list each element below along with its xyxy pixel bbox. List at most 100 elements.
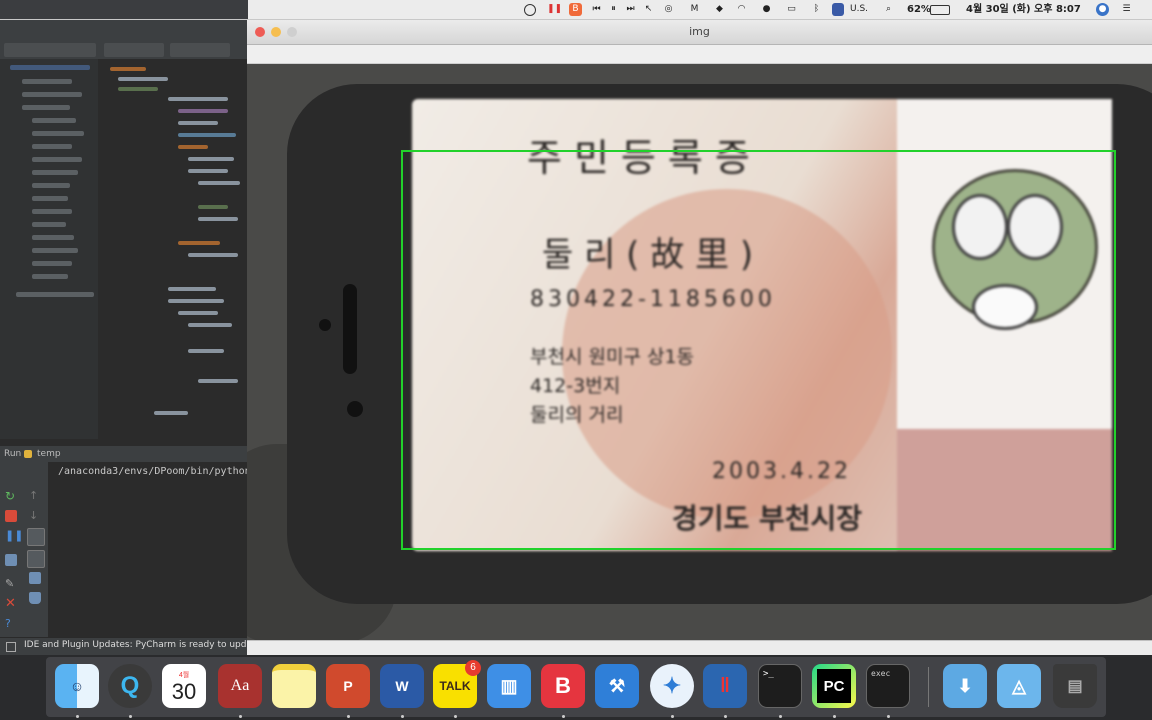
running-indicator: [779, 715, 782, 718]
pause-icon[interactable]: ❚❚: [5, 530, 23, 542]
phone-sensor: [319, 319, 331, 331]
battery-percent[interactable]: 62%: [907, 0, 931, 19]
soft-wrap-icon[interactable]: [27, 528, 45, 546]
malwarebytes-icon[interactable]: M: [688, 3, 701, 16]
pause-red-icon[interactable]: ❚❚: [547, 3, 562, 16]
project-tree[interactable]: [0, 59, 98, 439]
up-arrow-icon[interactable]: ↑: [29, 490, 41, 502]
kakaotalk-label: TALK: [439, 679, 471, 693]
pycharm-window: Run temp ↻ ❚❚ ✎ ✕ ? ↑ ↓ /anaconda3/envs/…: [0, 19, 248, 656]
powerpoint-icon[interactable]: P: [326, 664, 370, 708]
ide-tab-bar: [0, 19, 248, 59]
us-flag-icon: [832, 3, 844, 16]
ide-tab[interactable]: [170, 43, 230, 57]
image-canvas: 주민등록증 둘 리 ( 故 里 ) 830422-1185600 부천시 원미구…: [247, 64, 1152, 640]
running-indicator: [833, 715, 836, 718]
wifi-icon[interactable]: ◠: [735, 3, 748, 16]
close-icon[interactable]: ✕: [5, 597, 17, 610]
status-toggle-icon[interactable]: [6, 642, 16, 652]
ide-tab[interactable]: [104, 43, 164, 57]
run-console[interactable]: /anaconda3/envs/DPoom/bin/python3.: [48, 462, 248, 637]
creative-cloud-icon[interactable]: ◎: [662, 3, 675, 16]
print-icon[interactable]: [29, 572, 41, 584]
running-indicator: [724, 715, 727, 718]
play-pause-icon[interactable]: ⏸: [607, 3, 620, 16]
applications-folder-icon[interactable]: ◬: [997, 664, 1041, 708]
stop-icon[interactable]: [5, 510, 17, 522]
ide-status-bar: IDE and Plugin Updates: PyCharm is ready…: [0, 637, 248, 656]
bear-b-icon[interactable]: B: [541, 664, 585, 708]
previous-track-icon[interactable]: ⏮: [590, 3, 603, 16]
menu-bar: ❚❚ B ⏮ ⏸ ⏭ ↖ ◎ M ◆ ◠ ● ▭ ᛒ U.S. ⌕ 62% 4월…: [0, 0, 1152, 20]
running-indicator: [562, 715, 565, 718]
image-window-statusbar: [247, 640, 1152, 656]
trash-icon[interactable]: [29, 592, 41, 604]
image-window: img 주민등록증 둘 리 ( 故 里 ) 830422-1185600 부천시…: [247, 19, 1152, 656]
bluetooth-icon[interactable]: ᛒ: [810, 3, 823, 16]
word-icon[interactable]: W: [380, 664, 424, 708]
run-toolbar: ↻ ❚❚ ✎ ✕ ? ↑ ↓: [0, 462, 48, 637]
kakaotalk-badge: 6: [465, 660, 481, 676]
menu-bar-ide-area: [0, 0, 248, 19]
image-window-titlebar[interactable]: img: [247, 19, 1152, 45]
battery-icon[interactable]: [930, 5, 950, 15]
record-icon[interactable]: [524, 4, 536, 16]
quicktime-icon[interactable]: Q: [108, 664, 152, 708]
status-message[interactable]: IDE and Plugin Updates: PyCharm is ready…: [24, 640, 248, 650]
user-avatar-icon[interactable]: ●: [1096, 3, 1109, 16]
run-config-name[interactable]: temp: [37, 446, 61, 462]
xcode-icon[interactable]: ⚒: [595, 664, 639, 708]
run-label: Run: [4, 449, 22, 459]
parallels-icon[interactable]: ‖: [703, 664, 747, 708]
finder-icon[interactable]: ☺: [55, 664, 99, 708]
trash-icon[interactable]: ▤: [1053, 664, 1097, 708]
help-icon[interactable]: ?: [5, 618, 17, 630]
running-indicator: [239, 715, 242, 718]
run-panel-header: Run temp: [0, 446, 248, 462]
image-window-toolbar: [247, 45, 1152, 64]
search-icon[interactable]: ⌕: [882, 3, 895, 16]
clock[interactable]: 4월 30일 (화) 오후 8:07: [966, 0, 1081, 19]
running-indicator: [887, 715, 890, 718]
pin-icon[interactable]: ✎: [5, 578, 17, 590]
running-indicator: [454, 715, 457, 718]
bear-app-icon[interactable]: B: [569, 3, 582, 16]
python-icon: [24, 450, 32, 458]
terminal-icon[interactable]: >_: [758, 664, 802, 708]
dock-separator: [928, 667, 929, 707]
downloads-folder-icon[interactable]: ⬇: [943, 664, 987, 708]
running-indicator: [347, 715, 350, 718]
running-indicator: [76, 715, 79, 718]
kakaotalk-icon[interactable]: TALK 6: [433, 660, 481, 708]
dashlane-icon[interactable]: ◆: [713, 3, 726, 16]
phone-side-button: [343, 284, 357, 374]
layout-icon[interactable]: [5, 554, 17, 566]
calendar-icon[interactable]: 4월 30: [162, 664, 206, 708]
down-arrow-icon[interactable]: ↓: [29, 510, 41, 522]
phone-camera: [347, 401, 363, 417]
dictionary-icon[interactable]: Aa: [218, 664, 262, 708]
running-indicator: [401, 715, 404, 718]
notification-icon[interactable]: ●: [760, 3, 773, 16]
cursor-icon[interactable]: ↖: [642, 3, 655, 16]
calendar-day: 30: [171, 679, 197, 704]
next-track-icon[interactable]: ⏭: [624, 3, 637, 16]
rerun-icon[interactable]: ↻: [5, 490, 17, 502]
safari-icon[interactable]: ✦: [650, 664, 694, 708]
ide-tab[interactable]: [4, 43, 96, 57]
exec-label: exec: [871, 669, 891, 678]
input-source-label[interactable]: U.S.: [850, 0, 868, 19]
books-app-icon[interactable]: ▥: [487, 664, 531, 708]
pycharm-icon[interactable]: PC: [812, 664, 856, 708]
dock: ☺ Q 4월 30 Aa P W TALK 6 ▥ B ⚒ ✦ ‖ >_ PC …: [0, 655, 1152, 720]
notification-center-icon[interactable]: ☰: [1120, 3, 1133, 16]
scroll-end-icon[interactable]: [27, 550, 45, 568]
exec-icon[interactable]: exec: [866, 664, 910, 708]
console-command: /anaconda3/envs/DPoom/bin/python3.: [58, 466, 248, 477]
detection-bounding-box: [401, 150, 1116, 550]
running-indicator: [671, 715, 674, 718]
notes-icon[interactable]: [272, 664, 316, 708]
airplay-icon[interactable]: ▭: [785, 3, 798, 16]
code-editor[interactable]: [98, 59, 248, 439]
window-title: img: [689, 25, 710, 38]
